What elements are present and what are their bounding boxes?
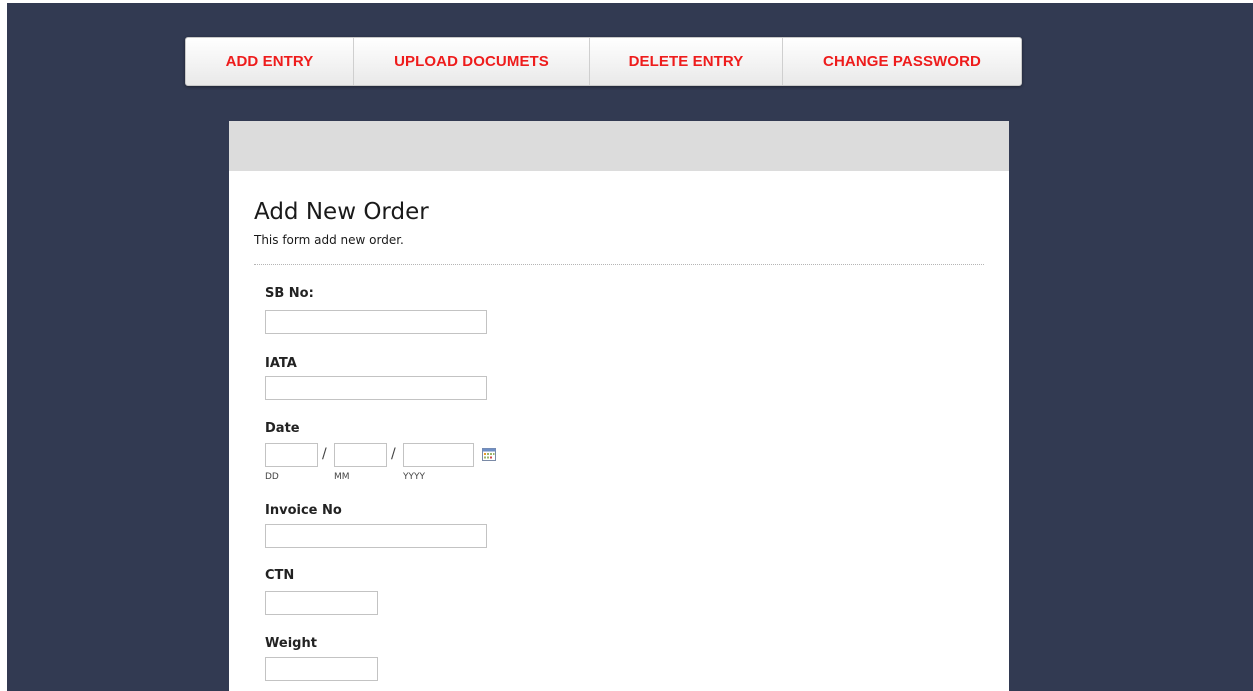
date-separator: / [322,446,327,462]
ctn-input[interactable] [265,591,378,615]
calendar-icon[interactable] [482,446,496,461]
date-separator: / [391,446,396,462]
form-panel: Add New Order This form add new order. S… [229,121,1009,691]
nav-upload-documents[interactable]: UPLOAD DOCUMETS [354,38,590,85]
top-navigation: ADD ENTRY UPLOAD DOCUMETS DELETE ENTRY C… [185,37,1022,86]
sb-no-input[interactable] [265,310,487,334]
date-month-input[interactable] [334,443,387,467]
invoice-no-label: Invoice No [265,503,342,518]
sb-no-label: SB No: [265,286,314,301]
date-day-hint: DD [265,472,279,482]
invoice-no-input[interactable] [265,524,487,548]
form-title: Add New Order [254,199,429,225]
nav-change-password[interactable]: CHANGE PASSWORD [783,38,1021,85]
weight-input[interactable] [265,657,378,681]
form-divider [254,264,984,265]
nav-add-entry[interactable]: ADD ENTRY [186,38,354,85]
date-year-input[interactable] [403,443,474,467]
panel-header [229,121,1009,171]
date-month-hint: MM [334,472,350,482]
weight-label: Weight [265,636,317,651]
nav-delete-entry[interactable]: DELETE ENTRY [590,38,783,85]
date-label: Date [265,421,300,436]
date-day-input[interactable] [265,443,318,467]
iata-label: IATA [265,356,297,371]
form-description: This form add new order. [254,233,404,247]
iata-input[interactable] [265,376,487,400]
date-year-hint: YYYY [403,472,425,482]
ctn-label: CTN [265,568,295,583]
